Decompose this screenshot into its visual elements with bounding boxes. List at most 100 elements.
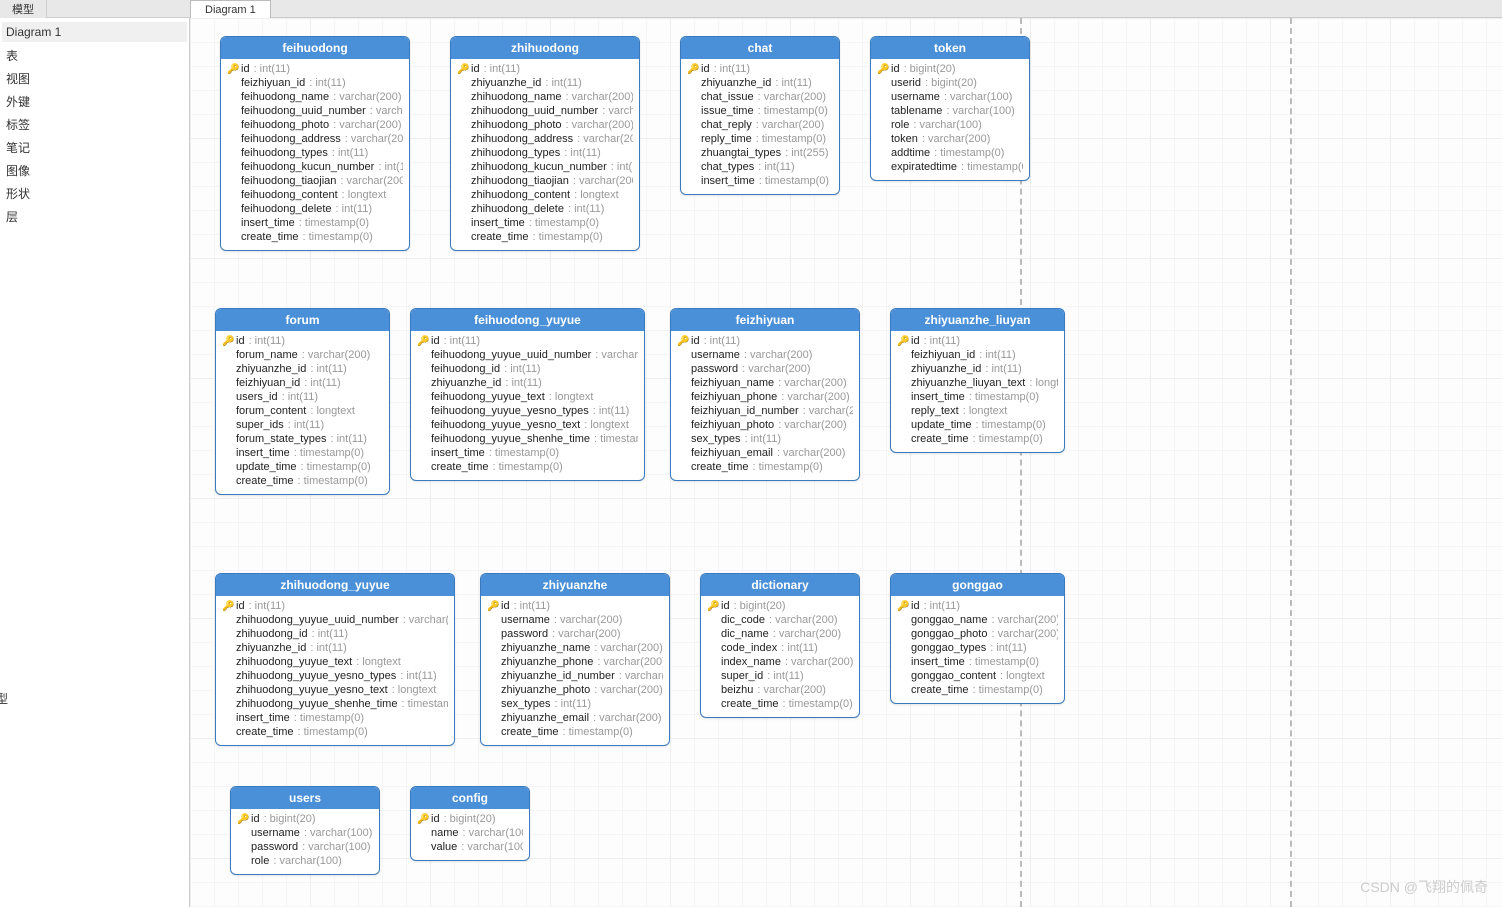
column[interactable]: dic_name: varchar(200) bbox=[707, 627, 853, 641]
sidebar-item-4[interactable]: 笔记 bbox=[2, 136, 187, 159]
column[interactable]: role: varchar(100) bbox=[877, 118, 1023, 132]
column[interactable]: feihuodong_tiaojian: varchar(200) bbox=[227, 174, 403, 188]
entity-dictionary[interactable]: dictionary🔑id: bigint(20)dic_code: varch… bbox=[700, 573, 860, 718]
entity-header-feihuodong_yuyue[interactable]: feihuodong_yuyue bbox=[411, 309, 644, 331]
column[interactable]: 🔑id: int(11) bbox=[677, 334, 853, 348]
sidebar-item-7[interactable]: 层 bbox=[2, 205, 187, 228]
entity-header-gonggao[interactable]: gonggao bbox=[891, 574, 1064, 596]
column[interactable]: forum_content: longtext bbox=[222, 404, 383, 418]
column[interactable]: zhihuodong_photo: varchar(200) bbox=[457, 118, 633, 132]
column[interactable]: feihuodong_name: varchar(200) bbox=[227, 90, 403, 104]
column[interactable]: chat_issue: varchar(200) bbox=[687, 90, 833, 104]
column[interactable]: 🔑id: int(11) bbox=[897, 334, 1058, 348]
column[interactable]: password: varchar(200) bbox=[487, 627, 663, 641]
column[interactable]: create_time: timestamp(0) bbox=[487, 725, 663, 739]
column[interactable]: forum_name: varchar(200) bbox=[222, 348, 383, 362]
column[interactable]: zhuangtai_types: int(255) bbox=[687, 146, 833, 160]
column[interactable]: create_time: timestamp(0) bbox=[222, 474, 383, 488]
entity-feihuodong_yuyue[interactable]: feihuodong_yuyue🔑id: int(11)feihuodong_y… bbox=[410, 308, 645, 481]
column[interactable]: addtime: timestamp(0) bbox=[877, 146, 1023, 160]
entity-header-feihuodong[interactable]: feihuodong bbox=[221, 37, 409, 59]
column[interactable]: users_id: int(11) bbox=[222, 390, 383, 404]
entity-header-dictionary[interactable]: dictionary bbox=[701, 574, 859, 596]
entity-header-config[interactable]: config bbox=[411, 787, 529, 809]
column[interactable]: 🔑id: int(11) bbox=[487, 599, 663, 613]
column[interactable]: insert_time: timestamp(0) bbox=[457, 216, 633, 230]
column[interactable]: super_id: int(11) bbox=[707, 669, 853, 683]
column[interactable]: feihuodong_address: varchar(200) bbox=[227, 132, 403, 146]
column[interactable]: zhiyuanzhe_id: int(11) bbox=[222, 362, 383, 376]
column[interactable]: zhiyuanzhe_photo: varchar(200) bbox=[487, 683, 663, 697]
column[interactable]: feihuodong_yuyue_shenhe_time: timestamp(… bbox=[417, 432, 638, 446]
entity-zhihuodong[interactable]: zhihuodong🔑id: int(11)zhiyuanzhe_id: int… bbox=[450, 36, 640, 251]
column[interactable]: feihuodong_types: int(11) bbox=[227, 146, 403, 160]
column[interactable]: tablename: varchar(100) bbox=[877, 104, 1023, 118]
entity-forum[interactable]: forum🔑id: int(11)forum_name: varchar(200… bbox=[215, 308, 390, 495]
column[interactable]: zhihuodong_kucun_number: int(11) bbox=[457, 160, 633, 174]
column[interactable]: sex_types: int(11) bbox=[487, 697, 663, 711]
entity-feizhiyuan[interactable]: feizhiyuan🔑id: int(11)username: varchar(… bbox=[670, 308, 860, 481]
column[interactable]: gonggao_name: varchar(200) bbox=[897, 613, 1058, 627]
column[interactable]: chat_types: int(11) bbox=[687, 160, 833, 174]
sidebar-item-1[interactable]: 视图 bbox=[2, 67, 187, 90]
column[interactable]: zhihuodong_types: int(11) bbox=[457, 146, 633, 160]
column[interactable]: zhiyuanzhe_liuyan_text: longtext bbox=[897, 376, 1058, 390]
entity-header-feizhiyuan[interactable]: feizhiyuan bbox=[671, 309, 859, 331]
column[interactable]: zhihuodong_address: varchar(200) bbox=[457, 132, 633, 146]
column[interactable]: feizhiyuan_name: varchar(200) bbox=[677, 376, 853, 390]
column[interactable]: gonggao_content: longtext bbox=[897, 669, 1058, 683]
column[interactable]: beizhu: varchar(200) bbox=[707, 683, 853, 697]
column[interactable]: zhihuodong_yuyue_yesno_text: longtext bbox=[222, 683, 448, 697]
column[interactable]: update_time: timestamp(0) bbox=[897, 418, 1058, 432]
column[interactable]: username: varchar(100) bbox=[237, 826, 373, 840]
entity-header-zhiyuanzhe_liuyan[interactable]: zhiyuanzhe_liuyan bbox=[891, 309, 1064, 331]
entity-header-zhiyuanzhe[interactable]: zhiyuanzhe bbox=[481, 574, 669, 596]
column[interactable]: username: varchar(200) bbox=[487, 613, 663, 627]
column[interactable]: value: varchar(100) bbox=[417, 840, 523, 854]
column[interactable]: dic_code: varchar(200) bbox=[707, 613, 853, 627]
entity-zhiyuanzhe[interactable]: zhiyuanzhe 🔑id: int(11)username: varchar(… bbox=[480, 573, 670, 746]
column[interactable]: feihuodong_yuyue_text: longtext bbox=[417, 390, 638, 404]
column[interactable]: zhihuodong_uuid_number: varchar(200) bbox=[457, 104, 633, 118]
sidebar-item-6[interactable]: 形状 bbox=[2, 182, 187, 205]
column[interactable]: zhiyuanzhe_id: int(11) bbox=[687, 76, 833, 90]
column[interactable]: role: varchar(100) bbox=[237, 854, 373, 868]
tab-diagram-1[interactable]: Diagram 1 bbox=[190, 0, 271, 19]
column[interactable]: feizhiyuan_photo: varchar(200) bbox=[677, 418, 853, 432]
menu-model[interactable]: 模型 bbox=[0, 0, 47, 19]
column[interactable]: zhiyuanzhe_id: int(11) bbox=[897, 362, 1058, 376]
entity-zhiyuanzhe_liuyan[interactable]: zhiyuanzhe_liuyan🔑id: int(11)feizhiyuan_… bbox=[890, 308, 1065, 453]
entity-header-chat[interactable]: chat bbox=[681, 37, 839, 59]
sidebar-header[interactable]: Diagram 1 bbox=[2, 22, 187, 42]
column[interactable]: zhihuodong_name: varchar(200) bbox=[457, 90, 633, 104]
column[interactable]: create_time: timestamp(0) bbox=[417, 460, 638, 474]
entity-zhihuodong_yuyue[interactable]: zhihuodong_yuyue🔑id: int(11)zhihuodong_y… bbox=[215, 573, 455, 746]
column[interactable]: feihuodong_content: longtext bbox=[227, 188, 403, 202]
column[interactable]: create_time: timestamp(0) bbox=[227, 230, 403, 244]
column[interactable]: zhiyuanzhe_id: int(11) bbox=[417, 376, 638, 390]
column[interactable]: create_time: timestamp(0) bbox=[457, 230, 633, 244]
column[interactable]: zhihuodong_yuyue_shenhe_time: timestamp(… bbox=[222, 697, 448, 711]
column[interactable]: token: varchar(200) bbox=[877, 132, 1023, 146]
column[interactable]: feizhiyuan_phone: varchar(200) bbox=[677, 390, 853, 404]
column[interactable]: feihuodong_delete: int(11) bbox=[227, 202, 403, 216]
sidebar-item-5[interactable]: 图像 bbox=[2, 159, 187, 182]
column[interactable]: update_time: timestamp(0) bbox=[222, 460, 383, 474]
column[interactable]: zhiyuanzhe_id: int(11) bbox=[457, 76, 633, 90]
entity-header-forum[interactable]: forum bbox=[216, 309, 389, 331]
column[interactable]: feihuodong_yuyue_yesno_types: int(11) bbox=[417, 404, 638, 418]
entity-chat[interactable]: chat🔑id: int(11)zhiyuanzhe_id: int(11)ch… bbox=[680, 36, 840, 195]
column[interactable]: feihuodong_yuyue_yesno_text: longtext bbox=[417, 418, 638, 432]
column[interactable]: feihuodong_kucun_number: int(11) bbox=[227, 160, 403, 174]
column[interactable]: reply_text: longtext bbox=[897, 404, 1058, 418]
column[interactable]: feihuodong_id: int(11) bbox=[417, 362, 638, 376]
column[interactable]: feihuodong_photo: varchar(200) bbox=[227, 118, 403, 132]
column[interactable]: zhiyuanzhe_id_number: varchar(200) bbox=[487, 669, 663, 683]
column[interactable]: zhiyuanzhe_name: varchar(200) bbox=[487, 641, 663, 655]
column[interactable]: 🔑id: bigint(20) bbox=[237, 812, 373, 826]
entity-token[interactable]: token🔑id: bigint(20)userid: bigint(20)us… bbox=[870, 36, 1030, 181]
entity-header-token[interactable]: token bbox=[871, 37, 1029, 59]
column[interactable]: issue_time: timestamp(0) bbox=[687, 104, 833, 118]
column[interactable]: insert_time: timestamp(0) bbox=[222, 446, 383, 460]
column[interactable]: create_time: timestamp(0) bbox=[222, 725, 448, 739]
